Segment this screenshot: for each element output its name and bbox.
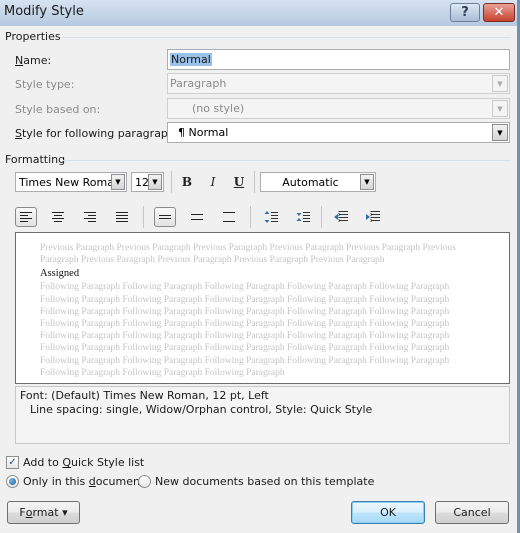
title-bar[interactable]: Modify Style ? ✕ bbox=[0, 0, 517, 26]
toolbar-separator bbox=[321, 206, 322, 228]
properties-divider bbox=[62, 37, 511, 38]
font-size-value: 12 bbox=[135, 176, 149, 189]
decrease-spacing-icon bbox=[296, 212, 310, 222]
increase-paragraph-spacing-button[interactable] bbox=[260, 207, 282, 227]
justify-button[interactable] bbox=[111, 207, 133, 227]
dialog-title: Modify Style bbox=[4, 4, 84, 19]
description-line-2: Line spacing: single, Widow/Orphan contr… bbox=[30, 403, 373, 416]
style-preview: Previous Paragraph Previous Paragraph Pr… bbox=[15, 232, 510, 384]
style-based-on-label: Style based on: bbox=[15, 103, 101, 116]
chevron-down-icon: ▼ bbox=[492, 124, 508, 141]
chevron-down-icon: ▼ bbox=[492, 75, 508, 92]
toolbar-separator bbox=[143, 206, 144, 228]
justify-icon bbox=[116, 212, 128, 222]
name-input[interactable]: Normal bbox=[167, 49, 510, 70]
toolbar-separator bbox=[254, 171, 255, 193]
chevron-down-icon: ▼ bbox=[111, 174, 125, 190]
double-spacing-icon bbox=[223, 212, 235, 222]
align-right-icon bbox=[84, 212, 96, 222]
decrease-indent-icon bbox=[334, 211, 348, 223]
only-this-document-label[interactable]: Only in this document bbox=[23, 475, 144, 488]
name-value: Normal bbox=[170, 53, 212, 66]
following-style-value: ¶ Normal bbox=[178, 126, 229, 139]
style-type-label: Style type: bbox=[15, 78, 75, 91]
underline-button[interactable]: U bbox=[228, 172, 250, 192]
help-icon: ? bbox=[461, 5, 469, 20]
increase-indent-button[interactable] bbox=[362, 207, 384, 227]
align-left-button[interactable] bbox=[15, 207, 37, 227]
one-half-spacing-icon bbox=[191, 214, 203, 220]
align-center-button[interactable] bbox=[47, 207, 69, 227]
formatting-group-label: Formatting bbox=[5, 153, 66, 166]
help-button[interactable]: ? bbox=[450, 3, 480, 22]
ok-button[interactable]: OK bbox=[351, 501, 425, 524]
align-right-button[interactable] bbox=[79, 207, 101, 227]
font-name-select[interactable]: Times New Roman ▼ bbox=[15, 172, 127, 192]
style-type-value: Paragraph bbox=[170, 77, 227, 90]
preview-previous-paragraph: Previous Paragraph Previous Paragraph Pr… bbox=[40, 243, 456, 266]
decrease-paragraph-spacing-button[interactable] bbox=[292, 207, 314, 227]
decrease-indent-button[interactable] bbox=[330, 207, 352, 227]
toolbar-separator bbox=[171, 171, 172, 193]
preview-following-paragraph: Following Paragraph Following Paragraph … bbox=[40, 282, 450, 378]
cancel-button[interactable]: Cancel bbox=[435, 501, 509, 524]
align-center-icon bbox=[52, 212, 64, 222]
style-type-select[interactable]: Paragraph ▼ bbox=[167, 73, 510, 94]
bold-button[interactable]: B bbox=[176, 172, 198, 192]
font-color-value: Automatic bbox=[282, 176, 339, 189]
chevron-down-icon: ▼ bbox=[492, 100, 508, 117]
close-button[interactable]: ✕ bbox=[483, 3, 515, 22]
name-label: Name: bbox=[15, 54, 52, 67]
single-spacing-button[interactable] bbox=[154, 207, 176, 227]
preview-sample-text: Assigned bbox=[40, 268, 80, 280]
style-description: Font: (Default) Times New Roman, 12 pt, … bbox=[15, 386, 510, 444]
new-documents-radio[interactable] bbox=[138, 475, 151, 488]
formatting-divider bbox=[63, 160, 511, 161]
only-this-document-radio[interactable] bbox=[6, 475, 19, 488]
double-spacing-button[interactable] bbox=[218, 207, 240, 227]
add-quick-style-checkbox[interactable]: ✓ bbox=[6, 456, 19, 469]
new-documents-label[interactable]: New documents based on this template bbox=[155, 475, 374, 488]
radio-selected-dot bbox=[9, 478, 16, 485]
font-color-select[interactable]: Automatic ▼ bbox=[260, 172, 376, 192]
increase-indent-icon bbox=[366, 211, 380, 223]
style-based-on-select[interactable]: (no style) ▼ bbox=[167, 98, 510, 119]
style-based-on-value: (no style) bbox=[192, 102, 245, 115]
checkmark-icon: ✓ bbox=[8, 457, 17, 468]
one-half-spacing-button[interactable] bbox=[186, 207, 208, 227]
close-icon: ✕ bbox=[493, 5, 505, 20]
add-quick-style-label[interactable]: Add to Quick Style list bbox=[23, 456, 144, 469]
dialog-body: Properties Name: Normal Style type: Para… bbox=[0, 26, 517, 533]
increase-spacing-icon bbox=[264, 211, 278, 223]
properties-group-label: Properties bbox=[5, 30, 61, 43]
format-button[interactable]: Fo rmat ▾ bbox=[7, 501, 80, 524]
single-spacing-icon bbox=[159, 215, 171, 219]
description-line-1: Font: (Default) Times New Roman, 12 pt, … bbox=[20, 389, 269, 402]
font-name-value: Times New Roman bbox=[19, 176, 121, 189]
align-left-icon bbox=[20, 212, 32, 222]
chevron-down-icon: ▼ bbox=[360, 174, 374, 190]
toolbar-separator bbox=[250, 206, 251, 228]
chevron-down-icon: ▼ bbox=[148, 174, 162, 190]
font-size-select[interactable]: 12 ▼ bbox=[131, 172, 164, 192]
following-style-label: Style for following paragraph: bbox=[15, 127, 179, 140]
modify-style-dialog: Modify Style ? ✕ Properties Name: Normal… bbox=[0, 0, 517, 533]
following-style-select[interactable]: ¶ Normal ▼ bbox=[167, 122, 510, 143]
italic-button[interactable]: I bbox=[202, 172, 224, 192]
